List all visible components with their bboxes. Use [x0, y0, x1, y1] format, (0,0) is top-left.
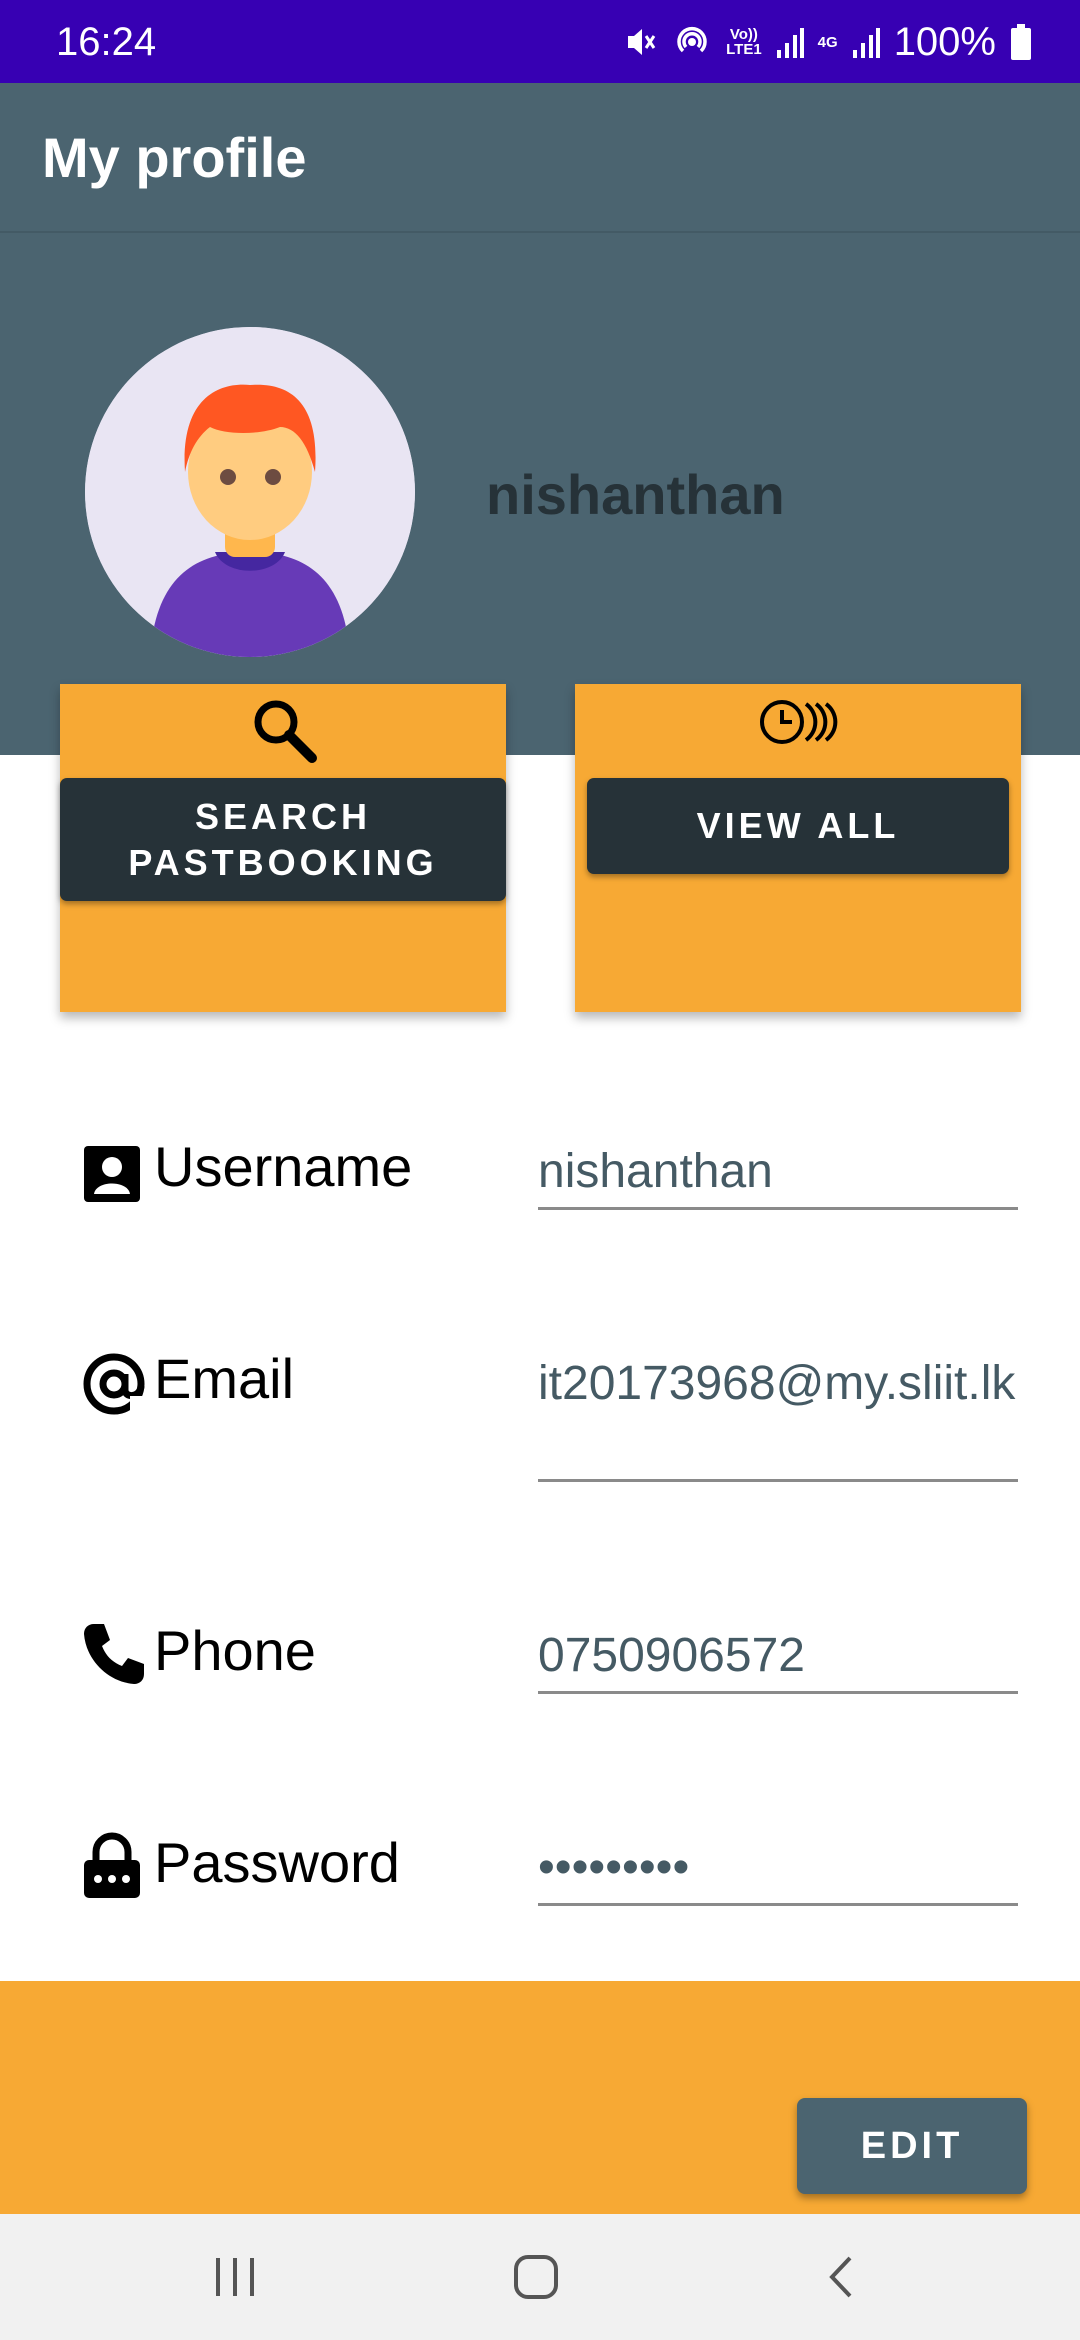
status-time: 16:24 [56, 20, 157, 64]
mute-icon [628, 29, 656, 55]
profile-name: nishanthan [486, 463, 785, 526]
phone-field[interactable]: 0750906572 [538, 1626, 1018, 1686]
contact-icon [84, 1146, 140, 1202]
network-type-label: 4G [817, 33, 838, 51]
app-bar: My profile [0, 83, 1080, 233]
status-icons: Vo)) LTE1 4G 100% [622, 20, 1032, 64]
password-label: Password [154, 1831, 400, 1894]
status-bar: 16:24 Vo)) LTE1 4G 100% [0, 0, 1080, 83]
user-avatar-illustration [85, 327, 415, 657]
back-icon[interactable] [820, 2252, 860, 2302]
search-pastbooking-card: SEARCH PASTBOOKING [60, 684, 506, 1012]
signal-icon [852, 28, 880, 58]
search-icon [254, 700, 317, 763]
volte-icon: Vo)) LTE1 [726, 26, 762, 58]
recent-apps-icon[interactable] [212, 2252, 258, 2302]
home-icon[interactable] [511, 2252, 561, 2302]
email-underline [538, 1479, 1018, 1482]
username-underline [538, 1207, 1018, 1210]
phone-underline [538, 1691, 1018, 1694]
password-underline [538, 1903, 1018, 1906]
username-label: Username [154, 1135, 413, 1198]
at-sign-icon [83, 1353, 146, 1418]
battery-icon [1011, 24, 1031, 60]
avatar[interactable] [85, 327, 415, 657]
signal-icon [776, 28, 804, 58]
battery-percent: 100% [893, 20, 996, 64]
view-all-card: VIEW ALL [575, 684, 1021, 1012]
navigation-bar [0, 2214, 1080, 2340]
hotspot-icon [677, 26, 707, 53]
phone-label: Phone [154, 1619, 316, 1682]
page-title: My profile [42, 126, 307, 189]
phone-icon [84, 1624, 144, 1684]
email-field[interactable]: it20173968@my.sliit.lk [538, 1354, 1018, 1414]
username-field[interactable]: nishanthan [538, 1142, 1018, 1202]
view-all-button[interactable]: VIEW ALL [587, 778, 1009, 874]
edit-button[interactable]: EDIT [797, 2098, 1027, 2194]
password-field[interactable]: ••••••••• [538, 1838, 1018, 1898]
history-icon [760, 700, 838, 744]
lock-icon [84, 1832, 140, 1898]
email-label: Email [154, 1347, 295, 1410]
search-pastbooking-button[interactable]: SEARCH PASTBOOKING [60, 778, 506, 901]
